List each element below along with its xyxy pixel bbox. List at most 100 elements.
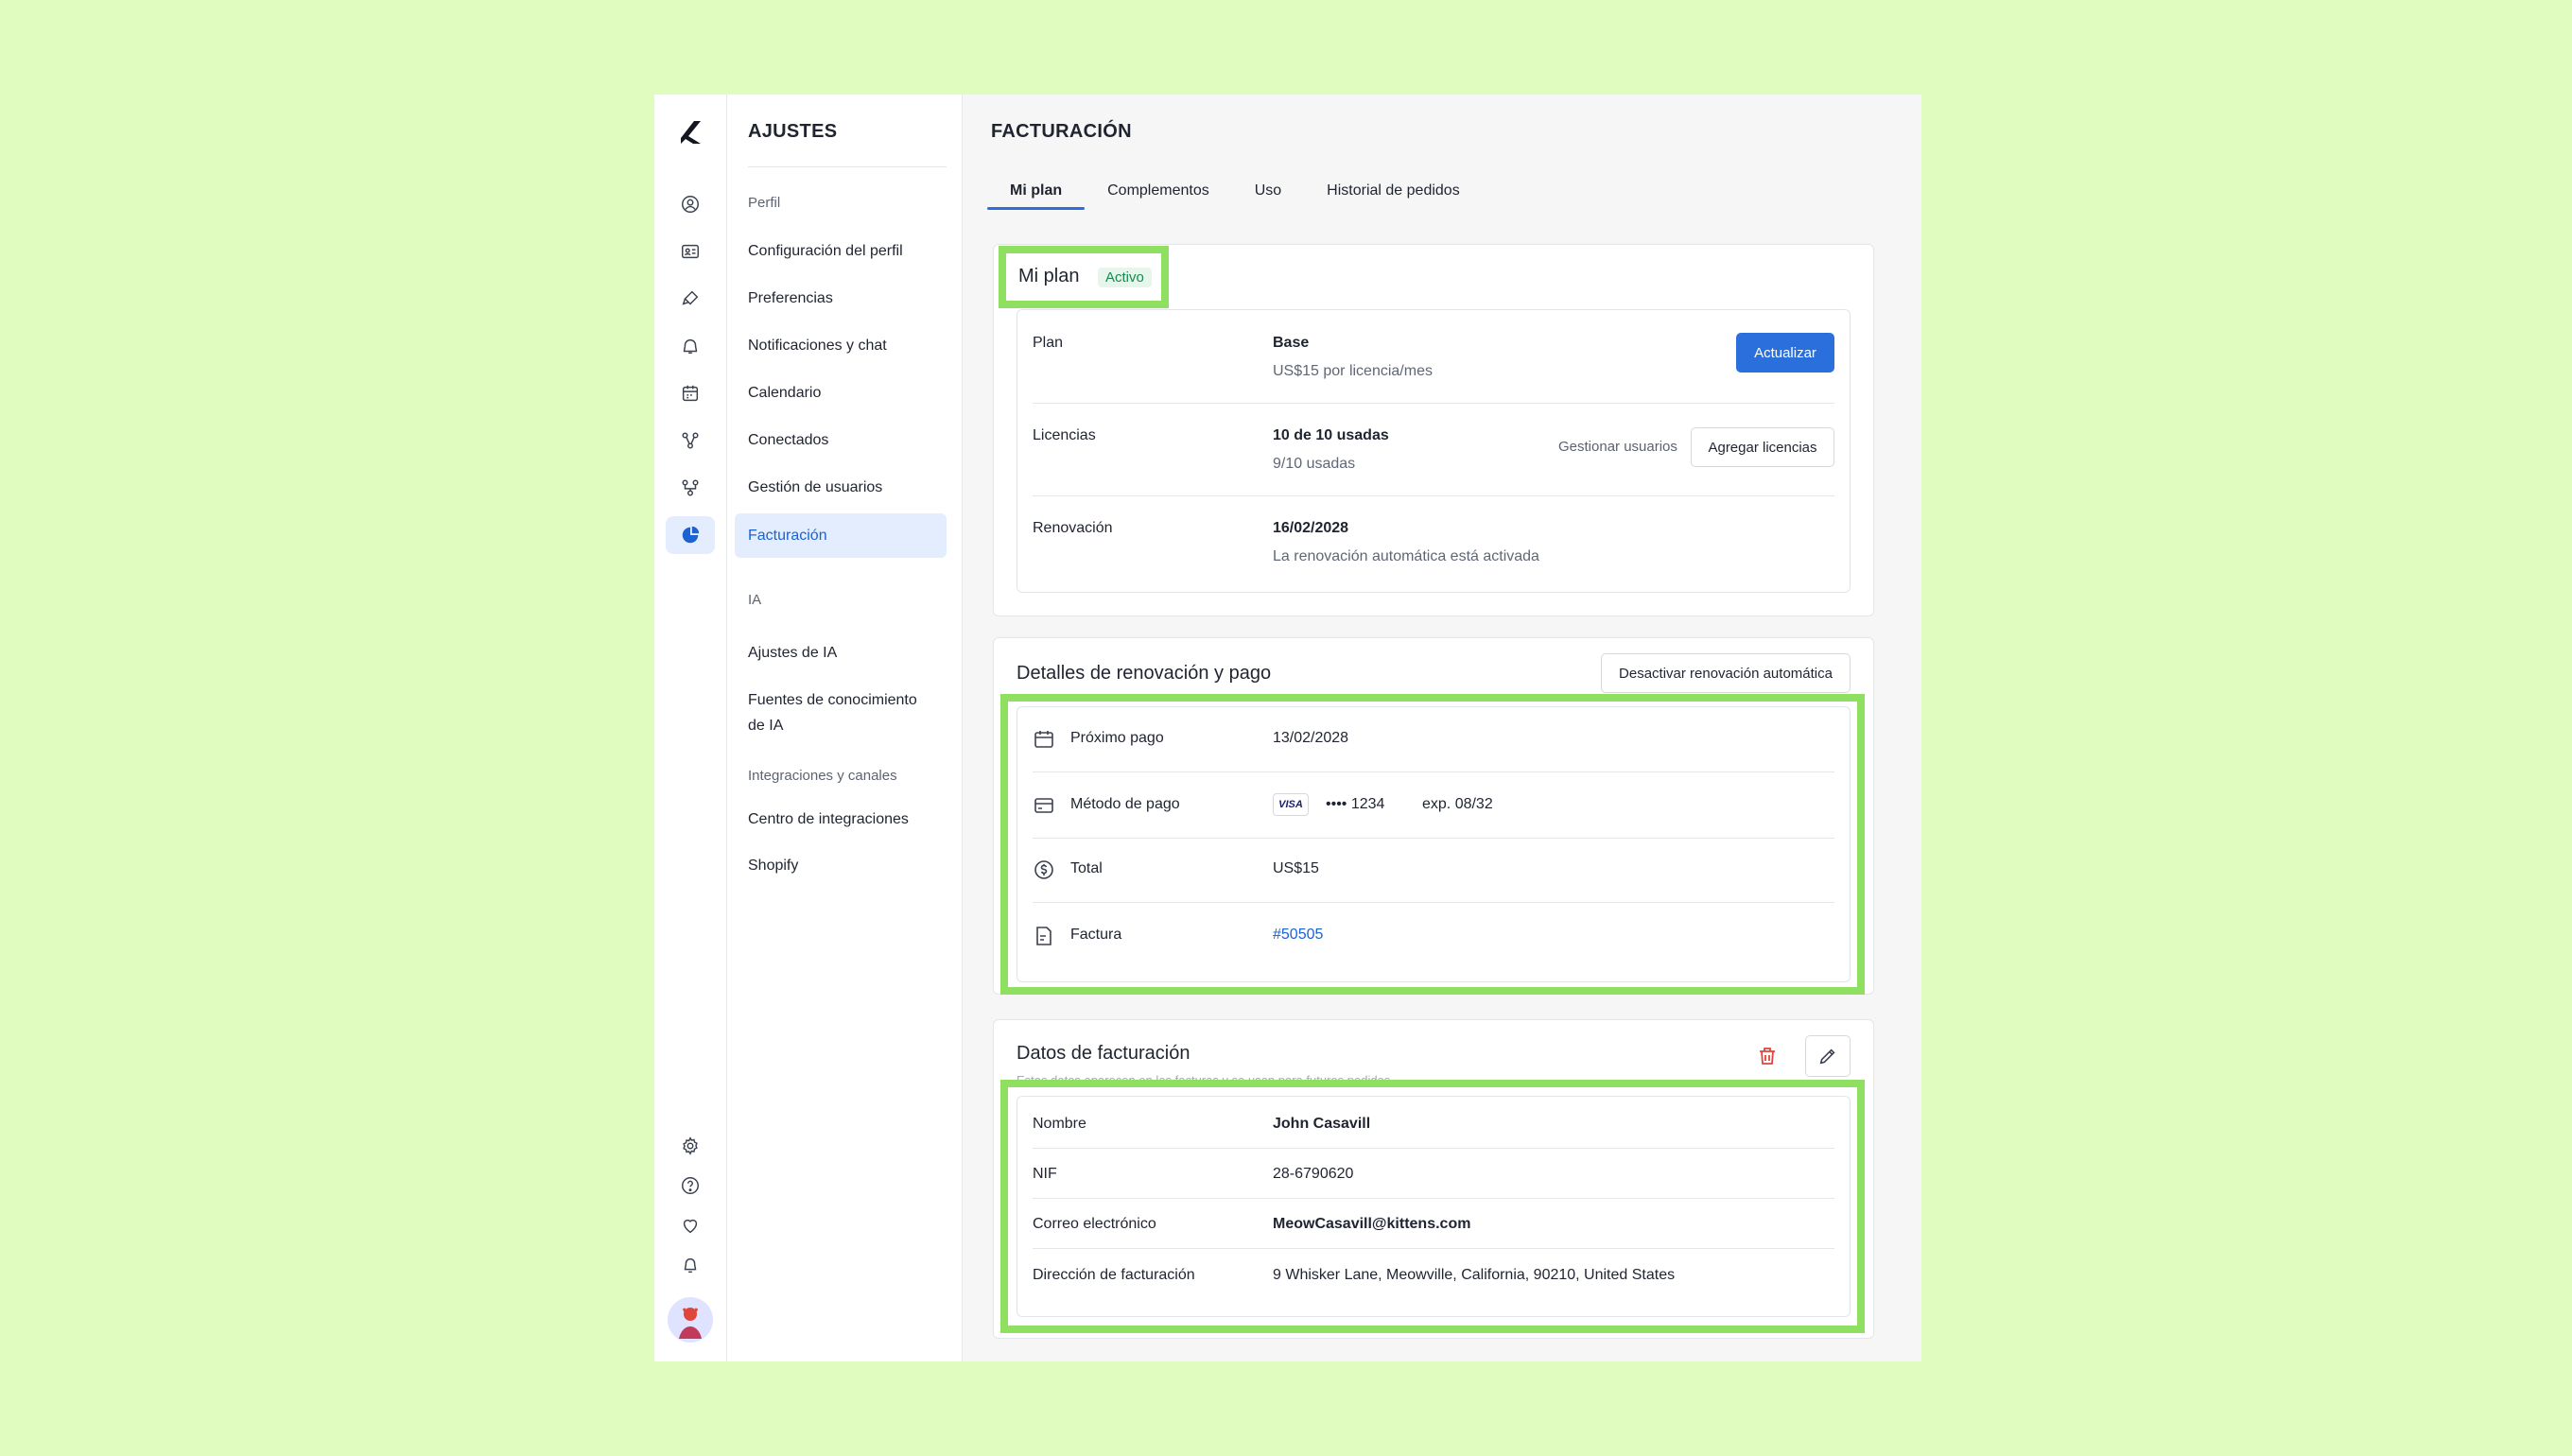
renewal-payment-card: Detalles de renovación y pago Desactivar…	[993, 637, 1874, 995]
total-label: Total	[1070, 860, 1103, 876]
credit-card-icon	[1034, 798, 1053, 813]
billing-card-subtitle: Estos datos aparecen en las facturas y s…	[1017, 1073, 1391, 1083]
calendar-icon	[1034, 731, 1053, 748]
nif-value: 28-6790620	[1273, 1166, 1354, 1182]
icon-rail	[654, 95, 727, 1361]
billing-data-card: Datos de facturación Estos datos aparece…	[993, 1019, 1874, 1339]
nav-divider	[748, 166, 947, 167]
add-licenses-button[interactable]: Agregar licencias	[1691, 427, 1834, 467]
manage-users-link[interactable]: Gestionar usuarios	[1558, 439, 1677, 455]
user-management-icon[interactable]	[673, 471, 707, 505]
plan-card-title: Mi plan	[1018, 266, 1080, 286]
nif-row: NIF 28-6790620	[1033, 1148, 1834, 1199]
email-label: Correo electrónico	[1033, 1216, 1156, 1232]
plan-value: Base	[1273, 335, 1310, 351]
invoice-row: Factura #50505	[1033, 902, 1834, 968]
nav-item-preferences[interactable]: Preferencias	[748, 286, 937, 311]
help-icon[interactable]	[673, 1169, 707, 1203]
bell-icon[interactable]	[673, 1248, 707, 1282]
avatar[interactable]	[668, 1297, 713, 1343]
connections-icon[interactable]	[673, 424, 707, 458]
invoice-link[interactable]: #50505	[1273, 927, 1323, 944]
name-row: Nombre John Casavill	[1033, 1097, 1834, 1149]
settings-title: AJUSTES	[748, 121, 838, 142]
nav-section-perfil: Perfil	[748, 195, 781, 211]
main-content: FACTURACIÓN Mi plan Complementos Uso His…	[963, 95, 1921, 1361]
status-badge: Activo	[1098, 268, 1152, 287]
invoice-label: Factura	[1070, 927, 1122, 943]
nav-item-notifications[interactable]: Notificaciones y chat	[748, 333, 937, 358]
upgrade-button[interactable]: Actualizar	[1736, 333, 1834, 373]
plan-price: US$15 por licencia/mes	[1273, 363, 1433, 379]
heart-icon[interactable]	[673, 1208, 707, 1242]
nav-item-calendar[interactable]: Calendario	[748, 380, 937, 406]
billing-pie-icon[interactable]	[666, 516, 715, 554]
nav-item-shopify[interactable]: Shopify	[748, 853, 937, 878]
chat-bell-icon[interactable]	[673, 329, 707, 363]
total-row: Total US$15	[1033, 838, 1834, 903]
total-value: US$15	[1273, 860, 1319, 876]
visa-logo-icon: VISA	[1273, 793, 1309, 816]
nav-section-ia: IA	[748, 592, 762, 608]
payment-method-row: Método de pago VISA •••• 1234 exp. 08/32	[1033, 771, 1834, 839]
dollar-coin-icon	[1034, 860, 1053, 879]
nav-item-integrations-center[interactable]: Centro de integraciones	[748, 806, 937, 832]
plan-row: Plan Base US$15 por licencia/mes Actuali…	[1033, 310, 1834, 404]
tab-order-history[interactable]: Historial de pedidos	[1304, 182, 1483, 216]
payment-method-label: Método de pago	[1070, 796, 1180, 812]
nav-section-integrations: Integraciones y canales	[748, 768, 897, 784]
card-expiry: exp. 08/32	[1422, 796, 1493, 812]
billing-card-title: Datos de facturación	[1017, 1043, 1190, 1064]
profile-icon[interactable]	[673, 187, 707, 221]
auto-renewal-status: La renovación automática está activada	[1273, 548, 1539, 564]
calendar-icon[interactable]	[673, 376, 707, 410]
renewal-date: 16/02/2028	[1273, 520, 1349, 536]
address-label: Dirección de facturación	[1033, 1267, 1195, 1283]
email-value: MeowCasavill@kittens.com	[1273, 1216, 1471, 1232]
tab-addons[interactable]: Complementos	[1085, 182, 1232, 216]
email-row: Correo electrónico MeowCasavill@kittens.…	[1033, 1198, 1834, 1249]
nav-item-user-management[interactable]: Gestión de usuarios	[748, 475, 937, 500]
nav-item-profile-config[interactable]: Configuración del perfil	[748, 238, 937, 264]
logo-icon[interactable]	[673, 115, 707, 149]
tab-my-plan[interactable]: Mi plan	[987, 182, 1086, 216]
pencil-icon	[1819, 1049, 1835, 1065]
address-value: 9 Whisker Lane, Meowville, California, 9…	[1273, 1267, 1676, 1283]
page-title: FACTURACIÓN	[991, 121, 1132, 142]
app-window: AJUSTES Perfil Configuración del perfil …	[654, 95, 1921, 1361]
licenses-used: 9/10 usadas	[1273, 456, 1356, 472]
name-value: John Casavill	[1273, 1116, 1371, 1132]
renewal-card-title: Detalles de renovación y pago	[1017, 663, 1272, 684]
billing-details: Nombre John Casavill NIF 28-6790620 Corr…	[1017, 1096, 1851, 1317]
settings-gear-icon[interactable]	[673, 1129, 707, 1163]
nav-item-billing[interactable]: Facturación	[735, 513, 947, 558]
nif-label: NIF	[1033, 1166, 1057, 1182]
name-label: Nombre	[1033, 1116, 1086, 1132]
licenses-value: 10 de 10 usadas	[1273, 427, 1389, 443]
plan-details: Plan Base US$15 por licencia/mes Actuali…	[1017, 309, 1851, 593]
next-payment-row: Próximo pago 13/02/2028	[1033, 707, 1834, 772]
card-masked-number: •••• 1234	[1326, 796, 1385, 812]
payment-details: Próximo pago 13/02/2028 Método de pago V…	[1017, 706, 1851, 982]
invoice-icon	[1036, 927, 1051, 945]
plan-card: Mi plan Activo Plan Base US$15 por licen…	[993, 244, 1874, 616]
id-card-icon[interactable]	[673, 234, 707, 269]
settings-nav: AJUSTES Perfil Configuración del perfil …	[727, 95, 963, 1361]
renewal-row: Renovación 16/02/2028 La renovación auto…	[1033, 495, 1834, 590]
renewal-label: Renovación	[1033, 520, 1113, 536]
next-payment-label: Próximo pago	[1070, 730, 1164, 746]
nav-item-connected[interactable]: Conectados	[748, 427, 937, 453]
edit-button[interactable]	[1805, 1035, 1851, 1077]
licenses-label: Licencias	[1033, 427, 1096, 443]
tab-usage[interactable]: Uso	[1232, 182, 1304, 216]
licenses-row: Licencias 10 de 10 usadas 9/10 usadas Ge…	[1033, 403, 1834, 496]
brush-icon[interactable]	[673, 282, 707, 316]
next-payment-date: 13/02/2028	[1273, 730, 1349, 746]
disable-auto-renewal-button[interactable]: Desactivar renovación automática	[1601, 653, 1851, 693]
nav-item-ai-settings[interactable]: Ajustes de IA	[748, 640, 937, 666]
nav-item-ai-knowledge[interactable]: Fuentes de conocimiento de IA	[748, 687, 937, 738]
delete-trash-icon[interactable]	[1756, 1045, 1779, 1067]
address-row: Dirección de facturación 9 Whisker Lane,…	[1033, 1248, 1834, 1299]
plan-label: Plan	[1033, 335, 1064, 351]
billing-tabs: Mi plan Complementos Uso Historial de pe…	[987, 182, 1483, 216]
